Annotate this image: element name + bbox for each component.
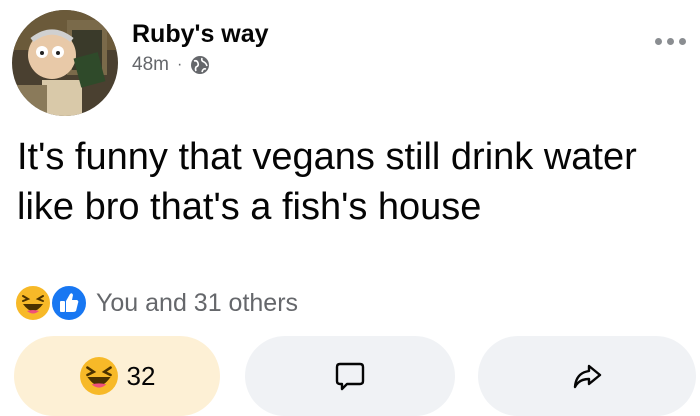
globe-icon: [191, 56, 210, 74]
haha-icon: [14, 284, 52, 322]
post-meta: 48m ·: [132, 54, 210, 76]
post-text: It's funny that vegans still drink water…: [17, 136, 637, 228]
reactions-summary[interactable]: You and 31 others: [14, 284, 298, 322]
meta-separator: ·: [176, 56, 183, 73]
more-dot-icon: [667, 38, 674, 45]
react-button[interactable]: 32: [14, 336, 220, 416]
like-icon: [50, 284, 88, 322]
share-button[interactable]: [478, 336, 696, 416]
avatar-image: [12, 10, 118, 116]
author-name[interactable]: Ruby's way: [132, 20, 269, 49]
reaction-icons: [14, 284, 94, 322]
comment-button[interactable]: [245, 336, 455, 416]
more-dot-icon: [679, 38, 686, 45]
more-options-button[interactable]: [655, 38, 686, 45]
haha-emoji-icon: [79, 357, 118, 395]
post-time[interactable]: 48m: [132, 54, 169, 76]
share-arrow-icon: [573, 364, 602, 389]
react-count: 32: [126, 360, 156, 391]
more-dot-icon: [655, 38, 662, 45]
reactions-summary-text[interactable]: You and 31 others: [96, 289, 298, 318]
author-avatar[interactable]: [12, 10, 118, 116]
comment-bubble-icon: [335, 362, 365, 391]
